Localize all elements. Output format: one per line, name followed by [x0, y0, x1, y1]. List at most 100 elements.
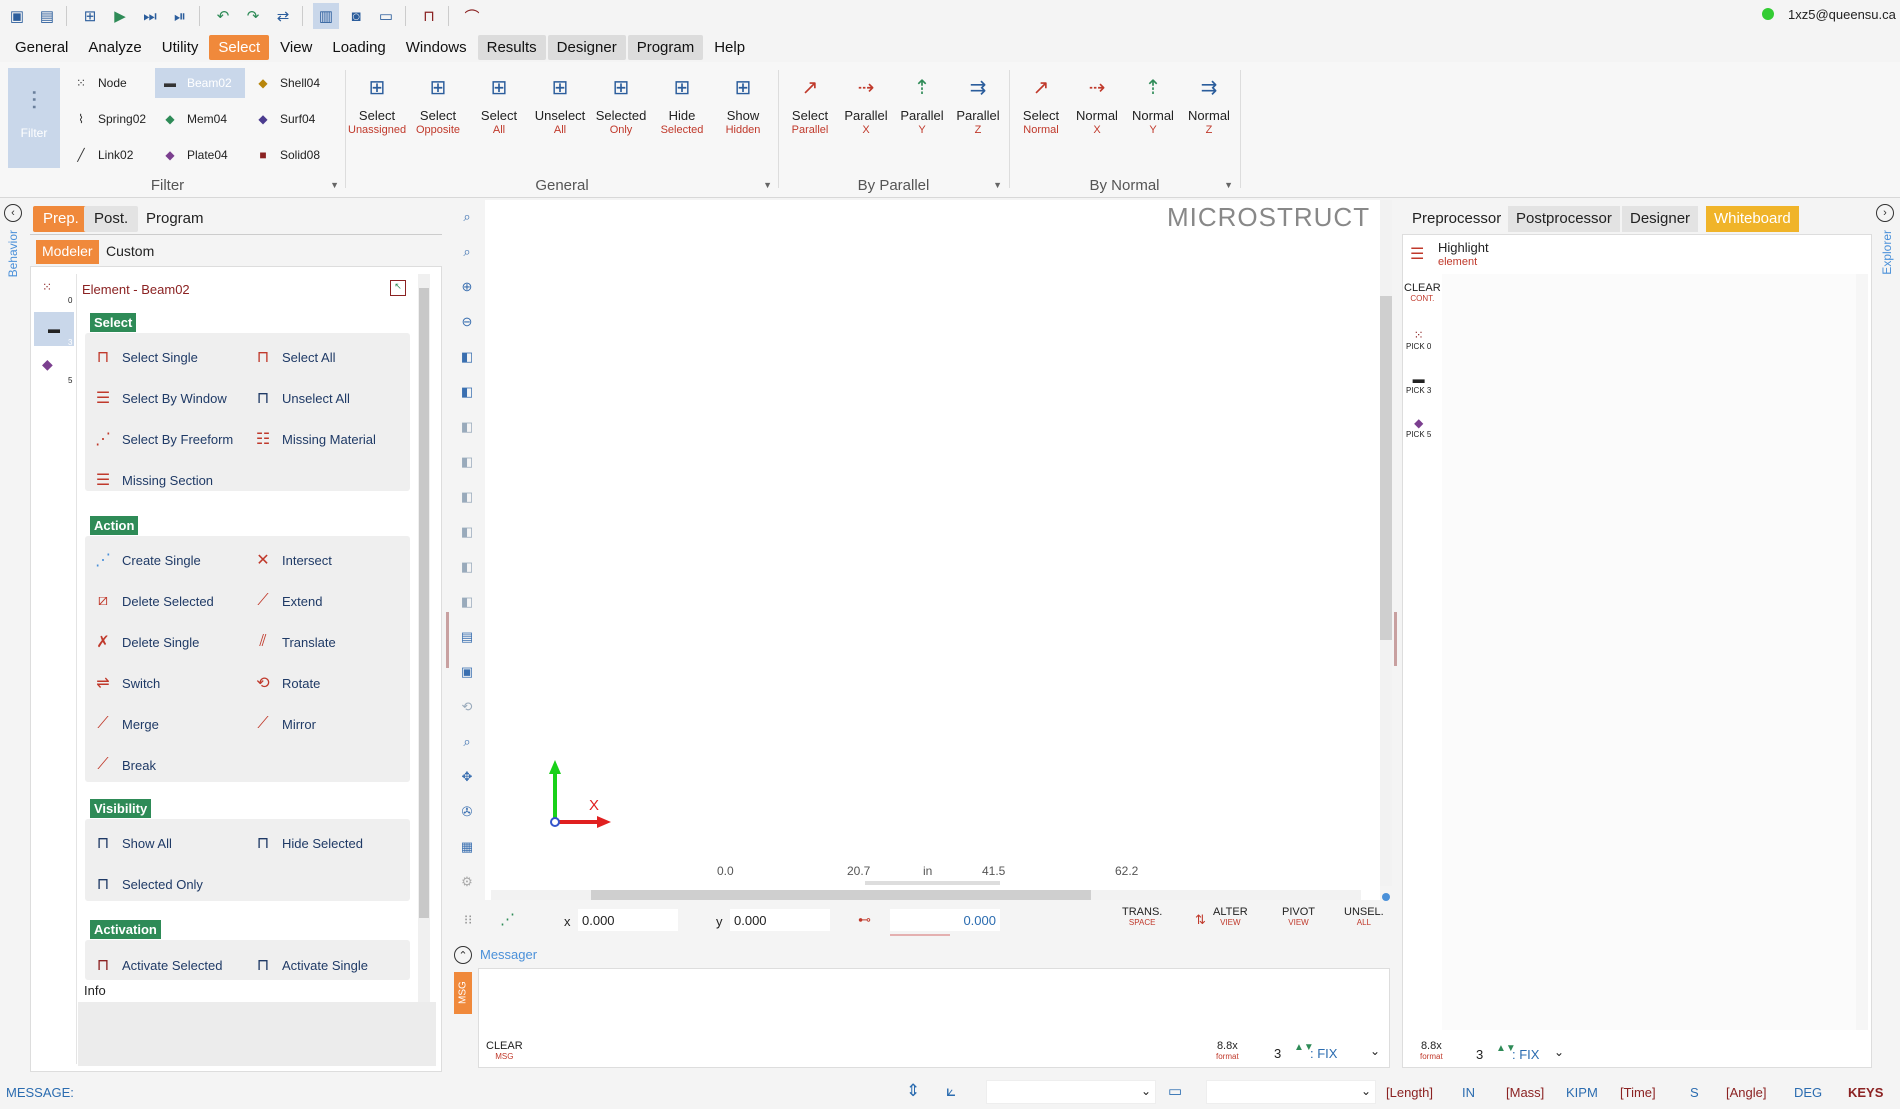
menu-results[interactable]: Results	[477, 34, 546, 60]
parallel-y-button[interactable]: ⇡ Parallel Y	[893, 66, 951, 146]
select-all-button[interactable]: ⊞ Select All	[470, 66, 528, 146]
layout-icon[interactable]: ▥	[313, 3, 339, 29]
view-front-icon[interactable]: ◧	[458, 383, 476, 401]
left-scrollbar-thumb[interactable]	[419, 288, 429, 918]
right-format[interactable]: 8.8x format	[1420, 1040, 1443, 1061]
unit-angle-value[interactable]: DEG	[1794, 1085, 1822, 1100]
rotate-view-icon[interactable]: ⟲	[458, 698, 476, 716]
view-back-icon[interactable]: ◧	[458, 418, 476, 436]
right-mode-dropdown-icon[interactable]: ⌄	[1554, 1045, 1564, 1059]
zoom-out-icon[interactable]: ⊖	[458, 313, 476, 331]
normal-z-button[interactable]: ⇉ Normal Z	[1180, 66, 1238, 146]
zoom-window-icon[interactable]: ⌕	[458, 243, 476, 261]
y-field[interactable]: 0.000	[730, 909, 830, 931]
switch-item[interactable]: ⇌ Switch	[92, 666, 252, 700]
translate-item[interactable]: ⫽ Translate	[252, 625, 412, 659]
filter-plate04[interactable]: ◆ Plate04	[155, 140, 245, 170]
window-icon[interactable]: ▭	[373, 3, 399, 29]
unselect-all-button[interactable]: UNSEL. ALL	[1344, 906, 1384, 927]
window-view-icon[interactable]: ▤	[458, 628, 476, 646]
combo-2-dropdown-icon[interactable]: ⌄	[1361, 1084, 1371, 1098]
model-icon[interactable]: ⊞	[77, 3, 103, 29]
right-digits[interactable]: 3	[1476, 1047, 1483, 1062]
canvas-hscrollbar[interactable]	[491, 890, 1361, 900]
intersect-item[interactable]: ✕ Intersect	[252, 543, 412, 577]
messager-toggle-icon[interactable]: ⌃	[454, 946, 472, 964]
keys-button[interactable]: KEYS	[1848, 1085, 1883, 1100]
status-combo-2[interactable]: ⌄	[1206, 1080, 1376, 1104]
combo-1-dropdown-icon[interactable]: ⌄	[1141, 1084, 1151, 1098]
filter-button[interactable]: ⫶ Filter	[8, 68, 60, 168]
subtab-modeler[interactable]: Modeler	[36, 240, 99, 264]
vertical-arrows-icon[interactable]: ⇕	[906, 1081, 920, 1101]
msg-mode[interactable]: : FIX	[1310, 1046, 1337, 1061]
unit-mass-value[interactable]: KIPM	[1566, 1085, 1598, 1100]
general-expand-icon[interactable]: ▼	[763, 180, 772, 190]
unit-length-value[interactable]: IN	[1462, 1085, 1475, 1100]
select-opposite-button[interactable]: ⊞ Select Opposite	[409, 66, 467, 146]
behavior-tab[interactable]: Behavior	[6, 230, 20, 277]
frame-icon[interactable]: ⊓	[416, 3, 442, 29]
pick-element-icon[interactable]: ↖	[390, 280, 406, 296]
parallel-x-button[interactable]: ⇢ Parallel X	[837, 66, 895, 146]
pick-node-button[interactable]: ⁙ PICK 0	[1406, 328, 1431, 351]
parallel-expand-icon[interactable]: ▼	[993, 180, 1002, 190]
stop-icon[interactable]: ⏯	[167, 3, 193, 29]
render-icon[interactable]: ▦	[458, 838, 476, 856]
right-scrollbar[interactable]	[1856, 274, 1868, 1030]
trans-space-button[interactable]: TRANS. SPACE	[1122, 906, 1162, 927]
rotate-item[interactable]: ⟲ Rotate	[252, 666, 412, 700]
tab-postprocessor[interactable]: Postprocessor	[1508, 206, 1620, 232]
settings-icon[interactable]: ⚙	[458, 873, 476, 891]
status-combo-1[interactable]: ⌄	[986, 1080, 1156, 1104]
alter-view-button[interactable]: ALTER VIEW	[1213, 906, 1248, 927]
right-mode[interactable]: : FIX	[1512, 1047, 1539, 1062]
clear-msg-button[interactable]: CLEAR MSG	[486, 1040, 523, 1061]
select-single-item[interactable]: ⊓ Select Single	[92, 340, 252, 374]
menu-help[interactable]: Help	[705, 35, 754, 60]
canvas-vscrollbar[interactable]	[1380, 200, 1392, 886]
create-single-item[interactable]: ⋰ Create Single	[92, 543, 252, 577]
select-parallel-button[interactable]: ↗ Select Parallel	[781, 66, 839, 146]
view-bottom-icon[interactable]: ◧	[458, 558, 476, 576]
filter-link02[interactable]: ╱ Link02	[66, 140, 156, 170]
swap-icon[interactable]: ⇄	[270, 3, 296, 29]
menu-program[interactable]: Program	[627, 34, 704, 60]
camera-icon[interactable]: ◙	[343, 3, 369, 29]
tab-program[interactable]: Program	[136, 206, 214, 232]
canvas-vscroll-thumb[interactable]	[1380, 296, 1392, 640]
unselect-all-button[interactable]: ⊞ Unselect All	[531, 66, 589, 146]
message-area[interactable]	[478, 968, 1390, 1068]
merge-item[interactable]: ⟋ Merge	[92, 707, 252, 741]
zoom-fit-icon[interactable]: ⌕	[458, 208, 476, 226]
ruler-icon[interactable]: ▭	[1168, 1082, 1182, 1100]
plate-icon[interactable]: ◆	[42, 356, 53, 373]
tab-designer[interactable]: Designer	[1622, 206, 1699, 232]
collapse-right-icon[interactable]: ›	[1876, 204, 1894, 222]
whiteboard-area[interactable]	[1442, 274, 1858, 1030]
view-right-icon[interactable]: ◧	[458, 488, 476, 506]
show-all-item[interactable]: ⊓ Show All	[92, 826, 252, 860]
user-email[interactable]: 1xz5@queensu.ca	[1788, 7, 1896, 22]
axis-icon[interactable]: ⟀	[946, 1081, 956, 1101]
grid-snap-icon[interactable]: ⋰	[500, 910, 515, 928]
selected-only-item[interactable]: ⊓ Selected Only	[92, 867, 252, 901]
select-by-window-item[interactable]: ☰ Select By Window	[92, 381, 252, 415]
step-icon[interactable]: ⏭	[137, 3, 163, 29]
view-top-icon[interactable]: ◧	[458, 523, 476, 541]
activate-selected-item[interactable]: ⊓ Activate Selected	[92, 948, 262, 982]
normal-expand-icon[interactable]: ▼	[1224, 180, 1233, 190]
run-icon[interactable]: ▶	[107, 3, 133, 29]
undo-icon[interactable]: ↶	[210, 3, 236, 29]
model-canvas[interactable]: MICROSTRUCT X 0.0 20.7 in 41.5 62.2	[485, 200, 1380, 900]
missing-section-item[interactable]: ☰ Missing Section	[92, 463, 252, 497]
filter-spring02[interactable]: ⌇ Spring02	[66, 104, 156, 134]
snap-icon[interactable]: ⁝⁝	[464, 912, 472, 928]
filter-expand-icon[interactable]: ▼	[330, 180, 339, 190]
hide-selected-button[interactable]: ⊞ Hide Selected	[653, 66, 711, 146]
msg-tab[interactable]: MSG	[454, 972, 472, 1014]
delete-selected-item[interactable]: ⧄ Delete Selected	[92, 584, 252, 618]
view-other-icon[interactable]: ◧	[458, 593, 476, 611]
select-unassigned-button[interactable]: ⊞ Select Unassigned	[348, 66, 406, 146]
filter-mem04[interactable]: ◆ Mem04	[155, 104, 245, 134]
